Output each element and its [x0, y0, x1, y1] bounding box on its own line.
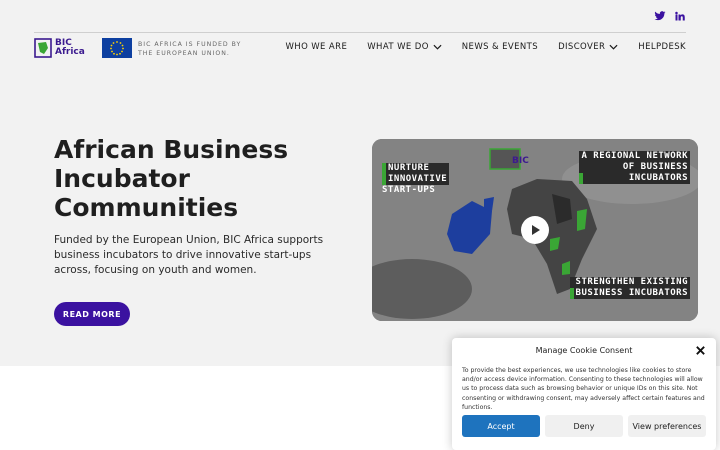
nav-news-events[interactable]: NEWS & EVENTS: [462, 42, 538, 52]
video-label-network: A REGIONAL NETWORK OF BUSINESS INCUBATOR…: [579, 151, 690, 184]
eu-funded-text: BIC AFRICA IS FUNDED BY THE EUROPEAN UNI…: [138, 41, 242, 57]
video-text: OF BUSINESS: [579, 162, 690, 173]
linkedin-icon[interactable]: [674, 10, 686, 22]
play-button[interactable]: [521, 216, 549, 244]
hero-title: African Business Incubator Communities: [54, 135, 289, 222]
bic-africa-logo[interactable]: BIC Africa: [34, 38, 85, 58]
twitter-icon[interactable]: [654, 10, 666, 22]
nav-what-we-do[interactable]: WHAT WE DO: [367, 42, 442, 52]
cookie-consent-banner: Manage Cookie Consent To provide the bes…: [452, 338, 716, 450]
nav-helpdesk[interactable]: HELPDESK: [638, 42, 686, 52]
cookie-title: Manage Cookie Consent: [535, 346, 633, 355]
nav-discover[interactable]: DISCOVER: [558, 42, 618, 52]
video-text: STRENGTHEN EXISTING: [569, 277, 690, 288]
top-bar: [0, 0, 720, 32]
video-text: INNOVATIVE: [382, 174, 450, 185]
main-nav: WHO WE ARE WHAT WE DO NEWS & EVENTS DISC…: [285, 42, 686, 52]
svg-text:BIC: BIC: [512, 156, 529, 166]
nav-label: WHAT WE DO: [367, 42, 429, 52]
social-links: [654, 10, 686, 22]
close-icon[interactable]: [695, 345, 706, 356]
read-more-button[interactable]: READ MORE: [54, 302, 130, 326]
chevron-down-icon: [609, 44, 618, 50]
chevron-down-icon: [433, 44, 442, 50]
cookie-buttons: Accept Deny View preferences: [462, 415, 706, 437]
video-text: A REGIONAL NETWORK: [579, 151, 690, 162]
logo-mark-icon: [34, 38, 52, 58]
nav-label: WHO WE ARE: [285, 42, 348, 52]
eu-flag-icon: [102, 38, 132, 58]
nav-label: NEWS & EVENTS: [461, 42, 539, 52]
nav-label: HELPDESK: [638, 42, 686, 52]
nav-who-we-are[interactable]: WHO WE ARE: [285, 42, 347, 52]
nav-label: DISCOVER: [558, 42, 606, 52]
view-preferences-button[interactable]: View preferences: [628, 415, 706, 437]
logo-line-2: Africa: [55, 47, 85, 57]
intro-video[interactable]: BIC NURTURE INNOVATIVE START-UPS A REGIO…: [372, 139, 698, 321]
hero-description: Funded by the European Union, BIC Africa…: [54, 234, 324, 276]
accept-button[interactable]: Accept: [462, 415, 540, 437]
video-label-nurture: NURTURE INNOVATIVE START-UPS: [382, 163, 450, 196]
video-text: NURTURE: [382, 163, 450, 174]
header-divider: [34, 32, 686, 33]
video-text: START-UPS: [382, 185, 436, 195]
video-text: BUSINESS INCUBATORS: [569, 288, 690, 299]
deny-button[interactable]: Deny: [545, 415, 623, 437]
video-text: INCUBATORS: [579, 173, 690, 184]
cookie-body: To provide the best experiences, we use …: [462, 367, 705, 411]
logo-text: BIC Africa: [55, 39, 85, 57]
play-icon: [532, 225, 540, 235]
video-label-strengthen: STRENGTHEN EXISTING BUSINESS INCUBATORS: [569, 277, 690, 299]
